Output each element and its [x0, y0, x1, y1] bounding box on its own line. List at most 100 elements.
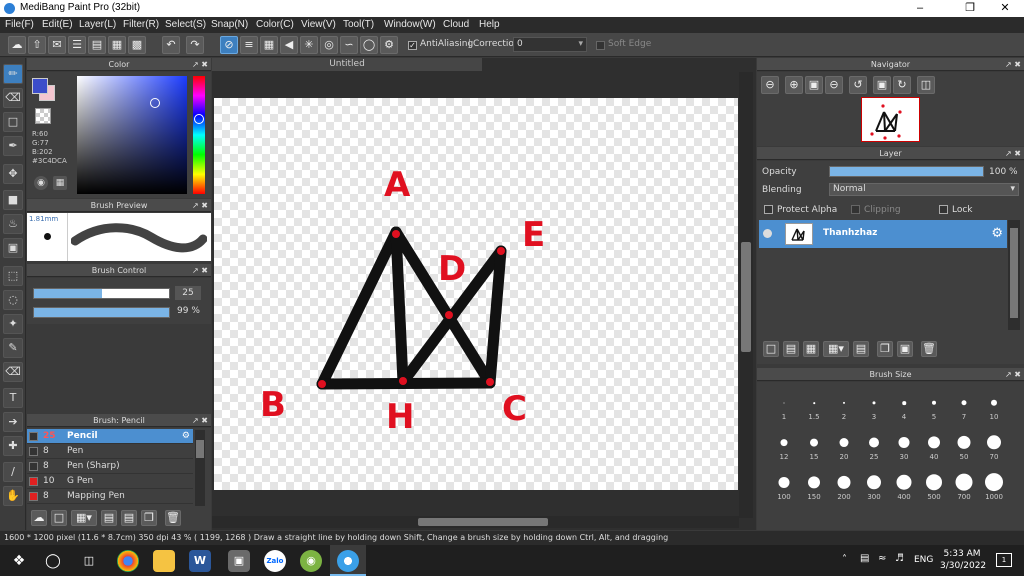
- brush-size-option[interactable]: 30: [889, 424, 919, 462]
- minimize-button[interactable]: –: [905, 1, 935, 16]
- message-icon[interactable]: ☰: [68, 36, 86, 54]
- brush-size-option[interactable]: 20: [829, 424, 859, 462]
- brush-size-option[interactable]: 7: [949, 384, 979, 422]
- volume-icon[interactable]: ♬: [895, 553, 904, 564]
- correction-dropdown[interactable]: 0 ▾: [513, 37, 587, 52]
- merge-layer-icon[interactable]: ▣: [897, 341, 913, 357]
- brush-item-pen-sharp[interactable]: 8 Pen (Sharp): [27, 459, 193, 474]
- transparent-swatch[interactable]: [35, 108, 51, 124]
- shape-tool-icon[interactable]: ■: [3, 190, 23, 210]
- brush-size-option[interactable]: 2: [829, 384, 859, 422]
- snap-settings-icon[interactable]: ⚙: [380, 36, 398, 54]
- layer-row[interactable]: Thanhzhaz ⚙: [759, 220, 1007, 248]
- new-8bit-layer-icon[interactable]: ▦: [803, 341, 819, 357]
- canvas-vertical-scrollbar[interactable]: [739, 72, 753, 518]
- ellipse-snap-icon[interactable]: ◯: [360, 36, 378, 54]
- color-picker-cursor[interactable]: [150, 98, 160, 108]
- cross-snap-icon[interactable]: ▦: [260, 36, 278, 54]
- protect-alpha-checkbox[interactable]: [764, 205, 773, 214]
- menu-snap[interactable]: Snap(N): [211, 19, 248, 30]
- drawing-canvas[interactable]: A B C D E H: [214, 98, 738, 490]
- brush-item-mapping-pen[interactable]: 8 Mapping Pen: [27, 489, 193, 504]
- brush-size-option[interactable]: 25: [859, 424, 889, 462]
- comment-icon[interactable]: ✉: [48, 36, 66, 54]
- canvas-horizontal-scrollbar[interactable]: [212, 516, 739, 528]
- navigator-thumbnail[interactable]: [861, 97, 920, 142]
- folder-icon[interactable]: ▤: [853, 341, 869, 357]
- menu-view[interactable]: View(V): [301, 19, 336, 30]
- palette-icon[interactable]: ◉: [34, 176, 48, 190]
- snap-off-icon[interactable]: ⊘: [220, 36, 238, 54]
- network-icon[interactable]: ▤: [860, 553, 869, 564]
- rotate-left-icon[interactable]: ↺: [849, 76, 867, 94]
- dot-tool-icon[interactable]: □: [3, 112, 23, 132]
- soft-edge-checkbox[interactable]: [596, 41, 605, 50]
- select-eraser-icon[interactable]: ⌫: [3, 362, 23, 382]
- panel-controls-icon[interactable]: ↗ ✖: [192, 414, 208, 427]
- brush-size-option[interactable]: 70: [979, 424, 1009, 462]
- radial-snap-icon[interactable]: ✳: [300, 36, 318, 54]
- panel-controls-icon[interactable]: ↗ ✖: [1005, 368, 1021, 381]
- menu-edit[interactable]: Edit(E): [42, 19, 73, 30]
- brush-size-option[interactable]: 1000: [979, 464, 1009, 502]
- eyedropper-tool-icon[interactable]: ✚: [3, 436, 23, 456]
- trash-icon[interactable]: 🗑: [165, 510, 181, 526]
- chrome-icon[interactable]: [117, 550, 139, 572]
- copy-brush-icon[interactable]: ▤: [101, 510, 117, 526]
- zoom-reset-icon[interactable]: ⊖: [825, 76, 843, 94]
- scrollbar-thumb[interactable]: [196, 440, 204, 458]
- magic-wand-icon[interactable]: ✦: [3, 314, 23, 334]
- language-indicator[interactable]: ENG: [914, 555, 933, 565]
- scrollbar-thumb[interactable]: [1010, 228, 1018, 318]
- color-history-icon[interactable]: ▦: [53, 176, 67, 190]
- brush-size-option[interactable]: 150: [799, 464, 829, 502]
- file-explorer-icon[interactable]: [153, 550, 175, 572]
- select-tool-icon[interactable]: ⬚: [3, 266, 23, 286]
- visibility-eye-icon[interactable]: [763, 229, 772, 238]
- brush-size-option[interactable]: 100: [769, 464, 799, 502]
- fill-tool-icon[interactable]: ♨: [3, 214, 23, 234]
- menu-tool[interactable]: Tool(T): [343, 19, 374, 30]
- windows-start-icon[interactable]: ❖: [8, 550, 30, 572]
- wifi-icon[interactable]: ≈: [878, 553, 886, 564]
- operation-tool-icon[interactable]: ➔: [3, 412, 23, 432]
- task-view-icon[interactable]: ◫: [78, 550, 100, 572]
- brush-size-option[interactable]: 3: [859, 384, 889, 422]
- brush-size-option[interactable]: 12: [769, 424, 799, 462]
- brush-opacity-slider[interactable]: [33, 307, 170, 318]
- cloud-brush-icon[interactable]: ☁: [31, 510, 47, 526]
- add-layer-menu-icon[interactable]: ▦▾: [823, 341, 849, 357]
- brush-size-value[interactable]: 25: [175, 286, 201, 300]
- hand-tool-icon[interactable]: ✋: [3, 486, 23, 506]
- scrollbar-thumb[interactable]: [418, 518, 548, 526]
- document-tab[interactable]: Untitled: [212, 58, 482, 71]
- brush-size-option[interactable]: 40: [919, 424, 949, 462]
- brush-size-option[interactable]: 1: [769, 384, 799, 422]
- brush-size-option[interactable]: 200: [829, 464, 859, 502]
- grid-icon[interactable]: ▩: [128, 36, 146, 54]
- word-icon[interactable]: W: [189, 550, 211, 572]
- cloud-icon[interactable]: ☁: [8, 36, 26, 54]
- hue-slider[interactable]: [193, 76, 205, 194]
- parallel-snap-icon[interactable]: ≡: [240, 36, 258, 54]
- scrollbar-thumb[interactable]: [741, 242, 751, 352]
- new-brush-icon[interactable]: □: [51, 510, 67, 526]
- rotate-right-icon[interactable]: ↻: [893, 76, 911, 94]
- search-icon[interactable]: ◯: [42, 550, 64, 572]
- zoom-out-icon[interactable]: ⊖: [761, 76, 779, 94]
- brush-item-g-pen[interactable]: 10 G Pen: [27, 474, 193, 489]
- fit-window-icon[interactable]: ▣: [873, 76, 891, 94]
- menu-window[interactable]: Window(W): [384, 19, 436, 30]
- brush-size-option[interactable]: 400: [889, 464, 919, 502]
- brush-item-pencil[interactable]: 25 Pencil ⚙: [27, 429, 193, 444]
- menu-cloud[interactable]: Cloud: [443, 19, 469, 30]
- blending-dropdown[interactable]: Normal ▾: [829, 183, 1019, 196]
- panel-controls-icon[interactable]: ↗ ✖: [192, 58, 208, 71]
- document-icon[interactable]: ▤: [88, 36, 106, 54]
- medibang-taskbar-item[interactable]: [330, 545, 366, 576]
- layer-opacity-slider[interactable]: [829, 166, 984, 177]
- maximize-button[interactable]: ❐: [955, 1, 985, 16]
- redo-icon[interactable]: ↷: [186, 36, 204, 54]
- menu-filter[interactable]: Filter(R): [123, 19, 159, 30]
- divide-tool-icon[interactable]: ∕: [3, 462, 23, 482]
